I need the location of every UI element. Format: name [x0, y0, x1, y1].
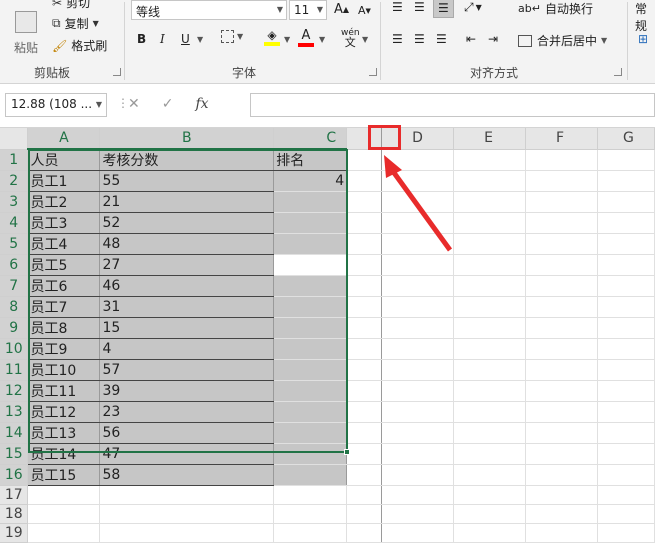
- row-header[interactable]: 19: [0, 523, 29, 543]
- cell[interactable]: [273, 504, 348, 524]
- cell[interactable]: [346, 504, 383, 524]
- row-header[interactable]: 18: [0, 504, 29, 524]
- cell[interactable]: [99, 504, 275, 524]
- cell[interactable]: [381, 504, 455, 524]
- cell[interactable]: [346, 523, 383, 543]
- annotation-arrow: [384, 155, 453, 252]
- cell[interactable]: [597, 504, 655, 524]
- cell[interactable]: [381, 523, 455, 543]
- cell[interactable]: [525, 523, 598, 543]
- cell[interactable]: [453, 504, 526, 524]
- cell[interactable]: [27, 504, 101, 524]
- cell[interactable]: [525, 504, 598, 524]
- cell[interactable]: [453, 523, 526, 543]
- cell[interactable]: [597, 523, 655, 543]
- cell[interactable]: [99, 523, 275, 543]
- cell[interactable]: [273, 523, 348, 543]
- cell[interactable]: [27, 523, 101, 543]
